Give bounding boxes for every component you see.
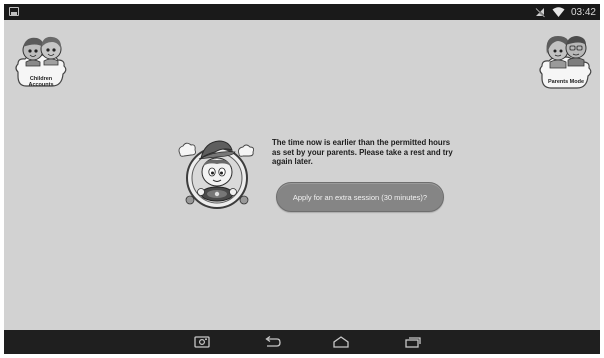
parents-mode-button[interactable]: Parents Mode [536, 28, 596, 94]
status-indicators: 03:42 [534, 5, 596, 19]
recent-apps-icon[interactable] [404, 335, 422, 349]
apply-extra-session-label: Apply for an extra session (30 minutes)? [292, 192, 428, 202]
home-icon[interactable] [332, 335, 350, 349]
navigation-bar [4, 330, 600, 354]
status-time: 03:42 [570, 6, 596, 18]
children-accounts-button[interactable]: Children Accounts [12, 28, 70, 94]
apply-extra-session-button[interactable]: Apply for an extra session (30 minutes)? [276, 182, 444, 212]
status-bar: 03:42 [4, 4, 600, 20]
time-restriction-message: The time now is earlier than the permitt… [272, 138, 453, 166]
children-accounts-label-line2: Accounts [28, 82, 54, 88]
image-notification-icon [9, 7, 19, 16]
back-icon[interactable] [263, 335, 281, 349]
screenshot-icon[interactable] [193, 335, 211, 349]
screen: 03:42 Children Accounts Parents Mode The… [4, 4, 600, 354]
child-driving-avatar-icon [178, 140, 255, 209]
wifi-icon [552, 7, 565, 17]
parents-mode-label: Parents Mode [547, 79, 585, 85]
signal-muted-icon [534, 7, 546, 18]
children-accounts-label: Children Accounts [12, 76, 70, 88]
